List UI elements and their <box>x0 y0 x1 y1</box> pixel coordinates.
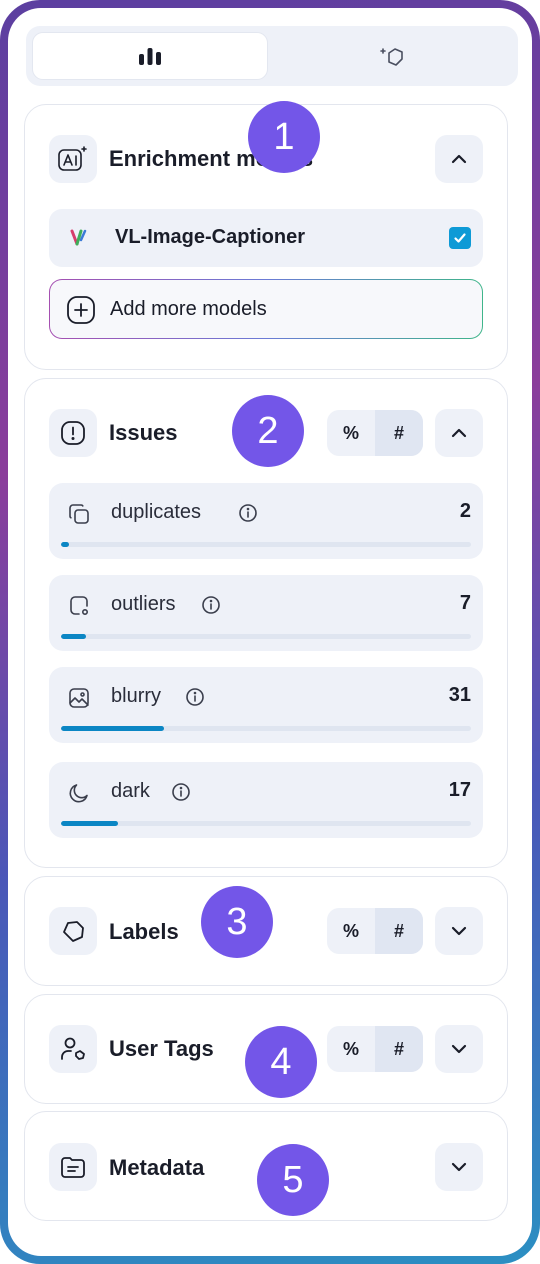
step-badge-3: 3 <box>201 886 273 958</box>
image-icon <box>69 688 89 708</box>
chevron-up-icon <box>451 154 467 164</box>
outlier-icon <box>70 596 89 616</box>
model-name: VL-Image-Captioner <box>115 226 306 248</box>
user-tags-display-toggle: % # <box>327 1026 423 1072</box>
info-icon[interactable] <box>201 595 221 615</box>
alert-icon <box>49 409 97 457</box>
step-badge-1: 1 <box>248 101 320 173</box>
issues-title: Issues <box>109 420 178 445</box>
model-logo-icon <box>70 229 87 246</box>
count-toggle[interactable]: # <box>375 908 423 954</box>
tab-tags[interactable] <box>274 32 512 80</box>
expand-metadata-button[interactable] <box>435 1143 483 1191</box>
chevron-down-icon <box>451 926 467 936</box>
moon-icon <box>69 784 88 803</box>
chevron-up-icon <box>451 428 467 438</box>
model-row[interactable]: VL-Image-Captioner <box>49 209 483 267</box>
issue-progress <box>61 542 471 547</box>
issues-display-toggle: % # <box>327 410 423 456</box>
issue-count: 7 <box>459 592 471 614</box>
issue-progress <box>61 634 471 639</box>
duplicate-icon <box>69 504 89 524</box>
count-toggle[interactable]: # <box>375 1026 423 1072</box>
tag-icon <box>49 907 97 955</box>
collapse-issues-button[interactable] <box>435 409 483 457</box>
percent-toggle[interactable]: % <box>327 908 375 954</box>
side-panel: Enrichment models VL-Image-Captioner Add… <box>8 8 532 1256</box>
expand-labels-button[interactable] <box>435 907 483 955</box>
percent-toggle[interactable]: % <box>327 410 375 456</box>
info-icon[interactable] <box>238 503 258 523</box>
add-more-models-label: Add more models <box>110 298 267 320</box>
user-tags-title: User Tags <box>109 1036 214 1061</box>
percent-toggle[interactable]: % <box>327 1026 375 1072</box>
issue-name: outliers <box>111 593 176 615</box>
issue-progress <box>61 726 471 731</box>
chevron-down-icon <box>451 1162 467 1172</box>
metadata-title: Metadata <box>109 1155 205 1180</box>
issue-count: 31 <box>448 684 471 706</box>
step-badge-4: 4 <box>245 1026 317 1098</box>
issue-count: 2 <box>459 500 471 522</box>
tag-plus-icon <box>380 48 403 66</box>
issue-row-blurry[interactable]: blurry 31 <box>49 667 483 743</box>
issue-progress <box>61 821 471 826</box>
issue-row-duplicates[interactable]: duplicates 2 <box>49 483 483 559</box>
info-icon[interactable] <box>185 687 205 707</box>
plus-circle-icon <box>67 296 95 324</box>
bar-chart-icon <box>139 48 161 65</box>
check-icon <box>454 233 466 243</box>
expand-user-tags-button[interactable] <box>435 1025 483 1073</box>
model-checkbox[interactable] <box>449 227 471 249</box>
view-switcher <box>26 26 518 86</box>
count-toggle[interactable]: # <box>375 410 423 456</box>
step-badge-2: 2 <box>232 395 304 467</box>
chevron-down-icon <box>451 1044 467 1054</box>
labels-title: Labels <box>109 919 179 944</box>
labels-display-toggle: % # <box>327 908 423 954</box>
issue-name: dark <box>111 780 150 802</box>
issue-name: duplicates <box>111 501 202 523</box>
tab-statistics[interactable] <box>32 32 268 80</box>
info-icon[interactable] <box>171 782 191 802</box>
folder-icon <box>49 1143 97 1191</box>
issue-row-dark[interactable]: dark 17 <box>49 762 483 838</box>
collapse-enrichment-button[interactable] <box>435 135 483 183</box>
user-tag-icon <box>49 1025 97 1073</box>
issue-name: blurry <box>111 685 162 707</box>
step-badge-5: 5 <box>257 1144 329 1216</box>
issue-count: 17 <box>448 779 471 801</box>
issue-row-outliers[interactable]: outliers 7 <box>49 575 483 651</box>
add-more-models-button[interactable]: Add more models <box>49 279 483 339</box>
ai-sparkle-icon <box>49 135 97 183</box>
